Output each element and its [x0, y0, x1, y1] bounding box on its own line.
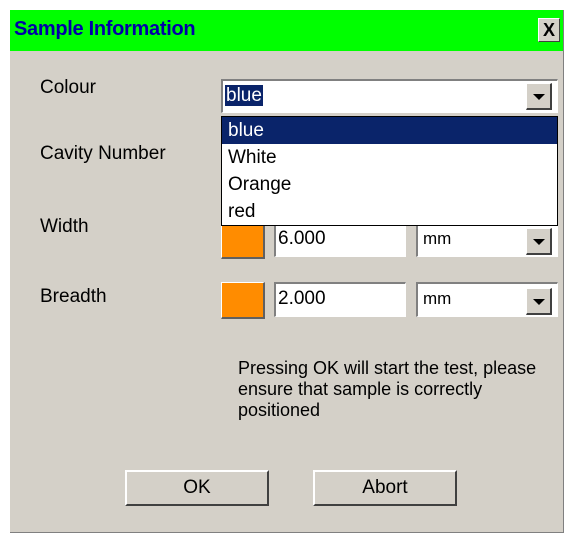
cavity-number-label: Cavity Number: [40, 143, 166, 164]
sample-information-dialog: Sample Information X Colour blue Cavity …: [10, 10, 564, 533]
width-color-swatch[interactable]: [221, 222, 265, 259]
width-label: Width: [40, 216, 89, 237]
colour-option-white[interactable]: White: [222, 144, 557, 171]
breadth-color-swatch[interactable]: [221, 282, 265, 319]
abort-button[interactable]: Abort: [313, 470, 457, 506]
colour-select-value: blue: [225, 85, 263, 106]
dialog-title: Sample Information: [14, 18, 196, 40]
breadth-unit-dropdown-button[interactable]: [526, 288, 552, 315]
colour-select[interactable]: blue: [221, 79, 558, 113]
colour-option-red[interactable]: red: [222, 198, 557, 225]
width-input[interactable]: 6.000: [274, 222, 406, 257]
close-button[interactable]: X: [538, 18, 560, 42]
title-bar[interactable]: Sample Information X: [10, 10, 563, 51]
colour-dropdown-list: blue White Orange red: [221, 116, 558, 226]
colour-dropdown-button[interactable]: [526, 83, 552, 110]
breadth-input[interactable]: 2.000: [274, 282, 406, 317]
instruction-message: Pressing OK will start the test, please …: [238, 358, 537, 420]
ok-button[interactable]: OK: [125, 470, 269, 506]
close-icon: X: [542, 20, 555, 40]
colour-option-blue[interactable]: blue: [222, 117, 557, 144]
colour-option-orange[interactable]: Orange: [222, 171, 557, 198]
colour-label: Colour: [40, 77, 96, 98]
breadth-label: Breadth: [40, 286, 107, 307]
width-unit-dropdown-button[interactable]: [526, 228, 552, 255]
